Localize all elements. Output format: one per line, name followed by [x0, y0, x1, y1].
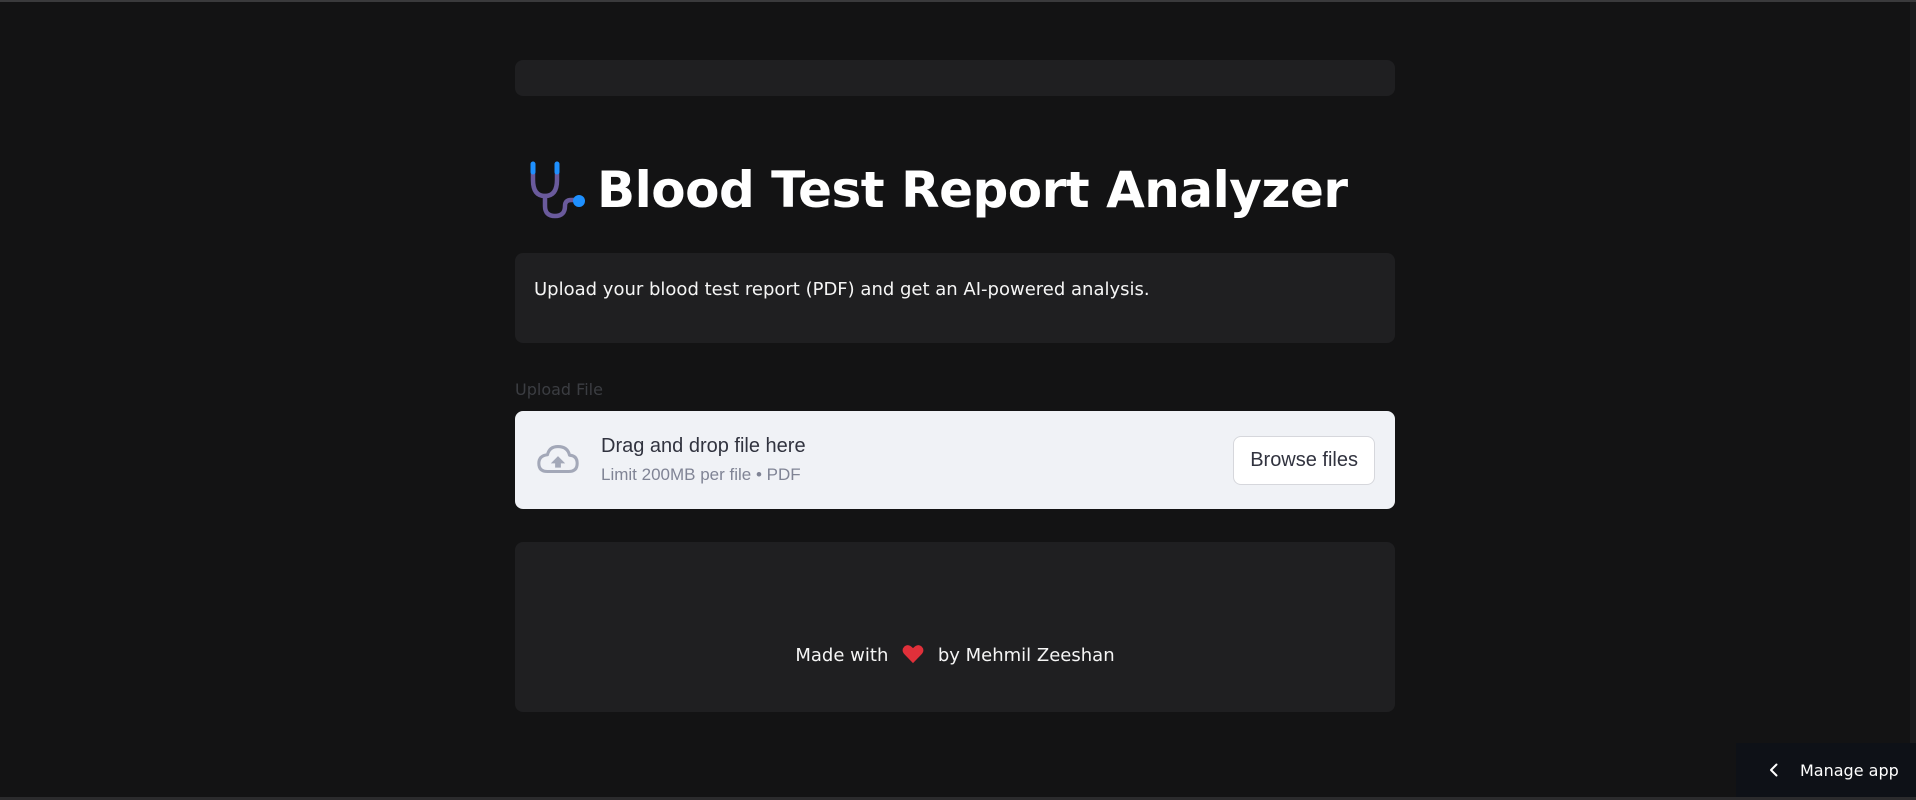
vertical-scrollbar[interactable]: [1910, 2, 1916, 797]
cloud-upload-icon: [537, 445, 579, 474]
info-text: Upload your blood test report (PDF) and …: [534, 279, 1150, 300]
manage-app-button[interactable]: Manage app: [1736, 743, 1916, 797]
top-placeholder-bar: [515, 60, 1395, 96]
info-card: Upload your blood test report (PDF) and …: [515, 253, 1395, 343]
footer-card: Made with by Mehmil Zeeshan: [515, 542, 1395, 712]
heart-icon: [902, 645, 924, 664]
footer-prefix: Made with: [795, 645, 889, 666]
page-title: Blood Test Report Analyzer: [597, 161, 1348, 219]
footer-credit: Made with by Mehmil Zeeshan: [515, 644, 1395, 666]
dropzone-main-text: Drag and drop file here: [601, 435, 806, 457]
footer-suffix: by Mehmil Zeeshan: [937, 645, 1115, 666]
page-header: Blood Test Report Analyzer: [515, 150, 1395, 230]
chevron-left-icon: [1770, 763, 1778, 777]
window-top-border: [0, 0, 1916, 2]
dropzone-limit-text: Limit 200MB per file • PDF: [601, 465, 801, 484]
browse-files-button[interactable]: Browse files: [1233, 435, 1375, 485]
stethoscope-icon: [530, 161, 585, 219]
manage-app-label: Manage app: [1800, 760, 1899, 780]
dropzone-text: Drag and drop file here Limit 200MB per …: [601, 435, 1233, 485]
file-dropzone[interactable]: Drag and drop file here Limit 200MB per …: [515, 411, 1395, 509]
upload-file-label: Upload File: [515, 380, 603, 399]
